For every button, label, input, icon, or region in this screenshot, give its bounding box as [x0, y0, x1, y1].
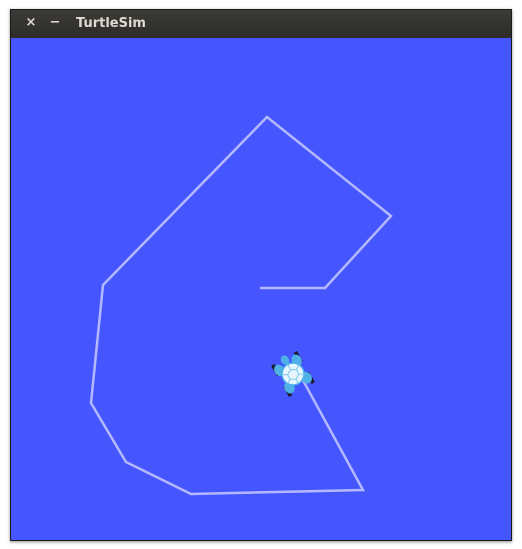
- window-title: TurtleSim: [76, 16, 146, 31]
- canvas-drawing: [89, 115, 393, 496]
- close-button[interactable]: ×: [23, 15, 39, 31]
- turtle-canvas: [11, 38, 511, 540]
- pen-trail: [89, 115, 393, 496]
- turtlesim-window: × − TurtleSim: [10, 9, 512, 541]
- minimize-button[interactable]: −: [47, 15, 63, 31]
- title-bar[interactable]: × − TurtleSim: [11, 10, 511, 38]
